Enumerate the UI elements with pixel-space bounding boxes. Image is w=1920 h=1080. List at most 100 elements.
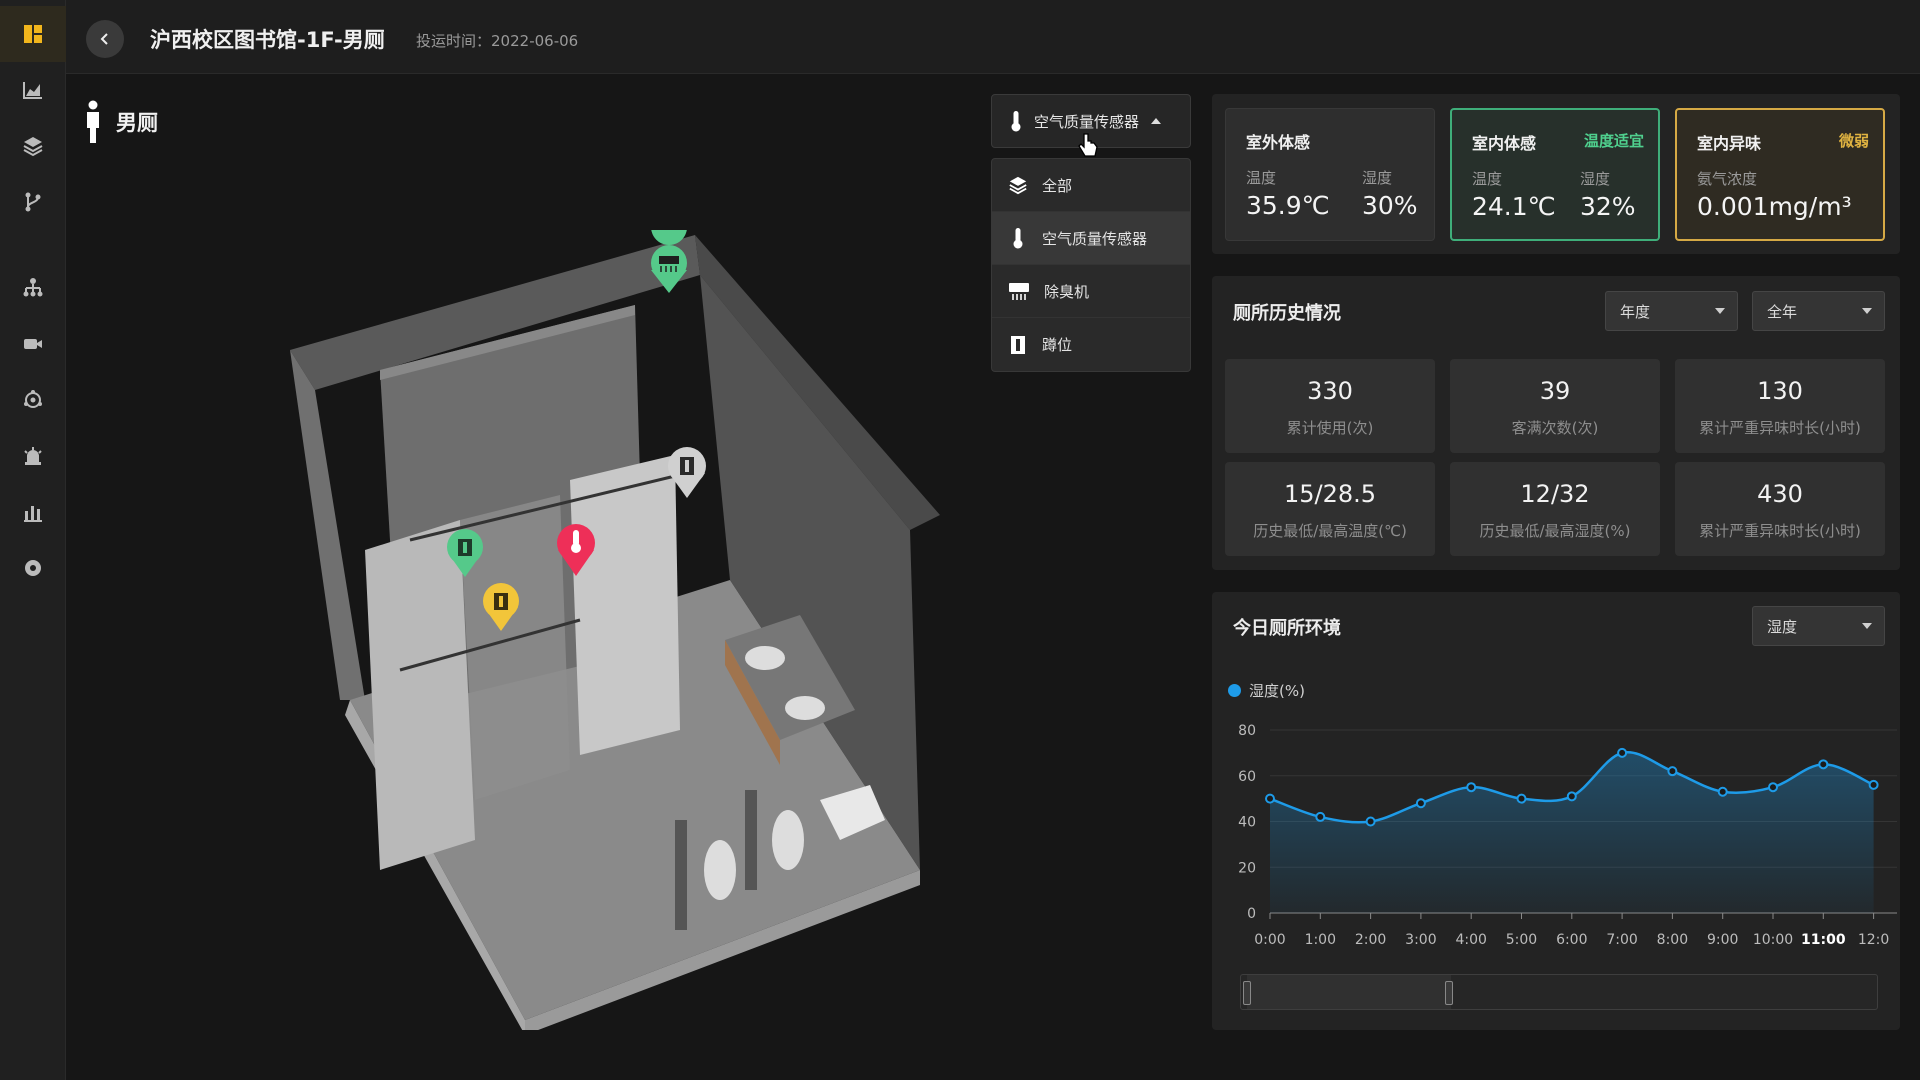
series-point <box>1818 759 1829 770</box>
x-tick-label: 2:00 <box>1355 932 1386 948</box>
x-tick-label: 8:00 <box>1657 932 1688 948</box>
cubicle-door-left <box>365 520 475 870</box>
ammonia-value: 0.001mg/m³ <box>1697 192 1852 221</box>
series-area <box>1270 752 1874 913</box>
sidebar-item-cycle[interactable] <box>0 372 66 428</box>
menu-item-deodorizer[interactable]: 除臭机 <box>992 265 1190 318</box>
series-point <box>1516 793 1527 804</box>
series-point <box>1315 811 1326 822</box>
sidebar-item-branch[interactable] <box>0 174 66 230</box>
room-3d-scene[interactable] <box>280 230 950 1030</box>
sensor-type-selected: 空气质量传感器 <box>1034 112 1140 131</box>
menu-item-label: 蹲位 <box>1042 336 1073 354</box>
indoor-status-badge: 温度适宜 <box>1583 132 1644 150</box>
series-point <box>1466 782 1477 793</box>
video-camera-icon <box>24 339 42 349</box>
stat-label: 累计严重异味时长(小时) <box>1699 522 1861 540</box>
operation-time-label: 投运时间： <box>416 32 492 50</box>
series-point <box>1768 782 1778 793</box>
sink-basin-2 <box>785 696 825 720</box>
stat-value: 12/32 <box>1520 480 1590 508</box>
series-point <box>1868 779 1879 790</box>
series-point <box>1617 747 1628 758</box>
x-tick-label: 1:00 <box>1305 932 1336 948</box>
today-metric-value: 湿度 <box>1767 617 1798 636</box>
indoor-temp-label: 温度 <box>1472 170 1503 188</box>
menu-item-label: 空气质量传感器 <box>1042 229 1148 248</box>
room-outer-left <box>290 350 365 700</box>
today-metric-select[interactable]: 湿度 <box>1752 606 1885 646</box>
room-label: 男厕 <box>84 100 158 144</box>
back-button[interactable] <box>86 20 124 58</box>
x-tick-label: 9:00 <box>1707 932 1738 948</box>
urinal-1 <box>704 840 736 900</box>
door-icon <box>1011 335 1025 354</box>
bar-chart-icon <box>24 506 42 522</box>
operation-time: 投运时间：2022-06-06 <box>416 30 578 51</box>
stat-value: 15/28.5 <box>1283 480 1377 508</box>
odor-card: 室内异味 微弱 氨气浓度 0.001mg/m³ <box>1675 108 1885 241</box>
sidebar-item-org[interactable] <box>0 260 66 316</box>
indoor-card-title: 室内体感 <box>1472 134 1537 153</box>
outdoor-humidity-label: 湿度 <box>1362 169 1393 187</box>
x-tick-label: 7:00 <box>1606 932 1637 948</box>
alarm-light-icon <box>24 447 42 465</box>
dashboard-icon <box>24 25 42 43</box>
sidebar-item-video[interactable] <box>0 316 66 372</box>
series-point <box>1365 816 1376 827</box>
menu-item-label: 除臭机 <box>1044 282 1090 301</box>
area-chart-icon <box>23 82 42 99</box>
branch-icon <box>25 192 41 212</box>
operation-time-value: 2022-06-06 <box>491 32 579 50</box>
sidebar <box>0 0 66 1080</box>
urinal-2 <box>772 810 804 870</box>
sidebar-item-dashboard[interactable] <box>0 6 66 62</box>
history-title: 厕所历史情况 <box>1233 303 1341 324</box>
sidebar-item-layers[interactable] <box>0 118 66 174</box>
today-title: 今日厕所环境 <box>1233 618 1341 639</box>
menu-item-air-quality-sensor[interactable]: 空气质量传感器 <box>992 212 1190 265</box>
chevron-left-icon <box>100 33 108 45</box>
stat-odor-duration-2: 430 累计严重异味时长(小时) <box>1675 462 1885 556</box>
series-point <box>1415 798 1426 809</box>
history-period-select[interactable]: 年度 <box>1605 291 1738 331</box>
slider-handle-left[interactable] <box>1243 981 1251 1005</box>
sidebar-item-settings[interactable] <box>0 540 66 596</box>
urinal-divider-1 <box>675 820 687 930</box>
chart-zoom-slider[interactable] <box>1240 974 1878 1010</box>
layers-icon <box>23 137 43 157</box>
x-tick-label: 3:00 <box>1405 932 1436 948</box>
stat-odor-duration: 130 累计严重异味时长(小时) <box>1675 359 1885 453</box>
x-tick-label: 11:00 <box>1801 932 1846 948</box>
outdoor-humidity-value: 30% <box>1362 191 1418 220</box>
menu-item-label: 全部 <box>1042 176 1073 195</box>
outdoor-temp-label: 温度 <box>1246 169 1277 187</box>
slider-handle-right[interactable] <box>1445 981 1453 1005</box>
chart-legend[interactable]: 湿度(%) <box>1228 680 1305 701</box>
x-tick-label: 5:00 <box>1506 932 1537 948</box>
humidity-chart[interactable]: 0 20 40 60 80 0:00 1:00 2:00 3:00 4:00 5:00 6:00 7:0… <box>1212 700 1900 950</box>
chevron-up-icon <box>1151 118 1162 124</box>
record-icon <box>25 560 41 576</box>
stat-label: 累计严重异味时长(小时) <box>1699 419 1861 437</box>
sidebar-item-stats[interactable] <box>0 484 66 540</box>
stat-value: 130 <box>1757 377 1803 405</box>
caret-down-icon <box>1862 623 1872 629</box>
y-tick-label: 80 <box>1238 723 1256 739</box>
sidebar-item-alarm[interactable] <box>0 428 66 484</box>
y-tick-label: 20 <box>1238 860 1256 876</box>
sidebar-item-trend[interactable] <box>0 62 66 118</box>
y-tick-label: 0 <box>1247 906 1256 922</box>
y-tick-label: 60 <box>1238 769 1256 785</box>
stat-temp-range: 15/28.5 历史最低/最高温度(℃) <box>1225 462 1435 556</box>
stat-total-usage: 330 累计使用(次) <box>1225 359 1435 453</box>
stat-value: 430 <box>1757 480 1803 508</box>
history-range-select[interactable]: 全年 <box>1752 291 1885 331</box>
menu-item-stall[interactable]: 蹲位 <box>992 318 1190 371</box>
stat-full-count: 39 客满次数(次) <box>1450 359 1660 453</box>
thermometer-icon <box>1011 111 1021 132</box>
indoor-temp-value: 24.1℃ <box>1472 192 1556 221</box>
indoor-card: 室内体感 温度适宜 温度 24.1℃ 湿度 32% <box>1450 108 1660 241</box>
series-point <box>1717 786 1728 797</box>
menu-item-all[interactable]: 全部 <box>992 159 1190 212</box>
